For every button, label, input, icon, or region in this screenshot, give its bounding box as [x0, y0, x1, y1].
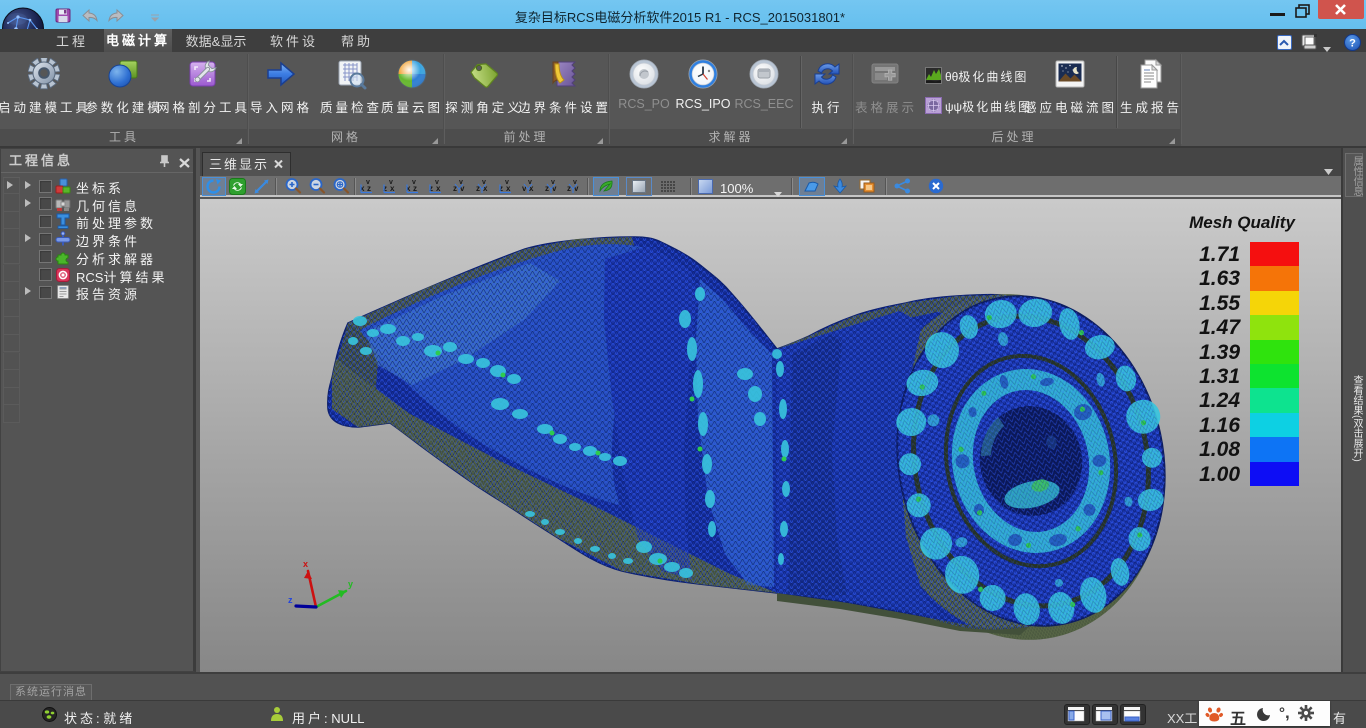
svg-text:y: y: [348, 579, 353, 589]
svg-text:v: v: [435, 179, 439, 186]
svg-text:v: v: [505, 179, 509, 186]
svg-text:x: x: [303, 559, 308, 569]
svg-text:?: ?: [1349, 38, 1356, 50]
svg-text:v: v: [412, 179, 416, 186]
svg-text:v: v: [366, 179, 370, 186]
svg-text:z: z: [288, 595, 293, 605]
svg-text:v: v: [389, 179, 393, 186]
